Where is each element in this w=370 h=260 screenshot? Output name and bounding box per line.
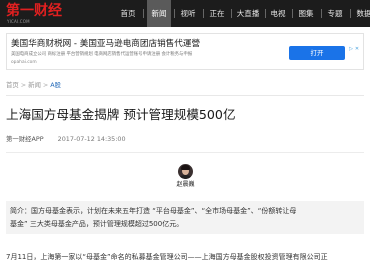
nav-separator	[321, 9, 322, 18]
nav-separator	[174, 9, 175, 18]
breadcrumb-home[interactable]: 首页	[6, 81, 19, 89]
summary-line: 基金” 三大类母基金产品，预计管理规模超过500亿元。	[10, 220, 184, 228]
divider	[6, 95, 364, 96]
author-name[interactable]: 赵晨巍	[167, 181, 204, 189]
divider	[6, 152, 364, 153]
nav-separator	[350, 9, 351, 18]
site-logo[interactable]: 第一财经 YICAI.COM	[6, 3, 76, 24]
author-avatar[interactable]	[178, 164, 193, 179]
breadcrumb-a-shares[interactable]: A股	[50, 81, 61, 89]
avatar-body	[179, 175, 192, 179]
logo-text: 第一财经	[6, 3, 62, 19]
top-navigation-bar: 第一财经 YICAI.COM 首页 新闻 视听 正在 大直播 电视 图集 专题 …	[0, 0, 370, 27]
article-meta: 第一财经APP 2017-07-12 14:35:00	[6, 134, 126, 144]
breadcrumb-separator: >	[20, 81, 27, 89]
ad-open-button[interactable]: 打开	[289, 46, 345, 60]
logo-subtitle: YICAI.COM	[7, 19, 30, 24]
article-source[interactable]: 第一财经APP	[6, 135, 44, 143]
nav-item-home[interactable]: 首页	[118, 0, 138, 27]
nav-separator	[231, 9, 232, 18]
breadcrumb: 首页 > 新闻 > A股	[6, 80, 61, 90]
close-icon[interactable]: ✕	[354, 46, 360, 53]
nav-item-topics[interactable]: 专题	[326, 0, 344, 27]
nav-separator	[143, 9, 144, 18]
nav-item-live-now[interactable]: 正在	[208, 0, 226, 27]
nav-separator	[292, 9, 293, 18]
nav-item-tv[interactable]: 电视	[269, 0, 287, 27]
ad-title[interactable]: 美国华商财税网 - 美国亚马逊电商团店销售代運營	[11, 39, 200, 50]
ad-banner[interactable]: 美国华商财税网 - 美国亚马逊电商团店销售代運營 美国电商成立公司 商标注册 平…	[6, 33, 364, 70]
nav-item-video[interactable]: 视听	[179, 0, 197, 27]
ad-description: 美国电商成立公司 商标注册 平台营销规划 电商网店销售代运营账号申请注册 会计税…	[11, 52, 193, 57]
nav-item-data[interactable]: 数据	[355, 0, 370, 27]
article-date: 2017-07-12 14:35:00	[57, 135, 126, 143]
ad-choices-icon[interactable]: ▷ ✕	[348, 35, 362, 52]
article-page: 第一财经 YICAI.COM 首页 新闻 视听 正在 大直播 电视 图集 专题 …	[0, 0, 370, 260]
breadcrumb-separator: >	[42, 81, 49, 89]
nav-item-big-live[interactable]: 大直播	[235, 0, 261, 27]
nav-item-gallery[interactable]: 图集	[297, 0, 315, 27]
ad-domain: opahai.com	[11, 60, 37, 65]
article-body-paragraph: 7月11日，上海第一家以“母基金”命名的私募基金管理公司——上海国方母基金股权投…	[6, 253, 328, 260]
article-title: 上海国方母基金揭牌 预计管理规模500亿	[6, 107, 236, 122]
avatar-hair	[181, 165, 190, 170]
breadcrumb-news[interactable]: 新闻	[28, 81, 41, 89]
article-summary: 简介：国方母基金表示，计划在未来五年打造 “平台母基金”、“全市场母基金”、“份…	[6, 201, 364, 234]
nav-item-news[interactable]: 新闻	[147, 0, 171, 27]
nav-separator	[203, 9, 204, 18]
summary-line: 简介：国方母基金表示，计划在未来五年打造 “平台母基金”、“全市场母基金”、“份…	[10, 207, 297, 215]
nav-separator	[265, 9, 266, 18]
